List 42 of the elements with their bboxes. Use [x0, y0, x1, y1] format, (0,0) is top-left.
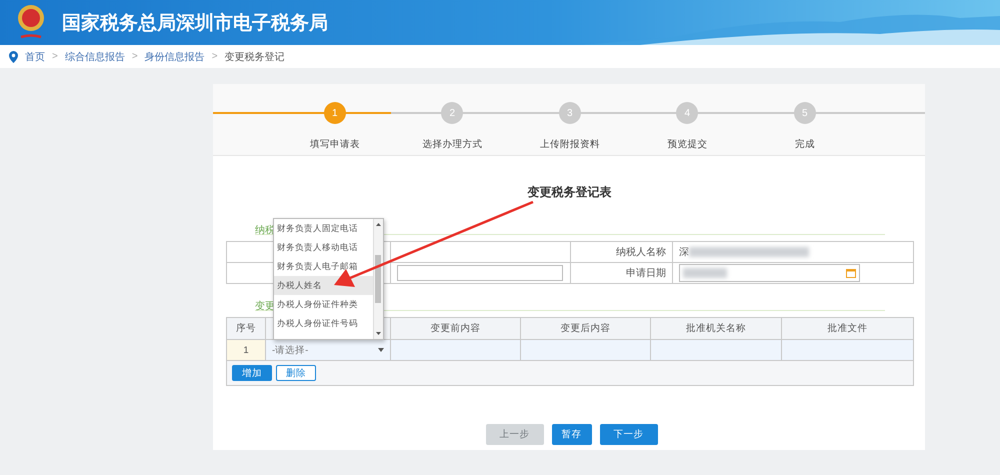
calendar-icon[interactable] [846, 268, 856, 278]
scroll-down-icon[interactable] [376, 332, 381, 335]
dropdown-option[interactable]: 办税人身份证件号码 [274, 314, 373, 333]
step-circle: 1 [324, 102, 346, 124]
breadcrumb-current: 变更税务登记 [224, 50, 285, 64]
input-field[interactable] [397, 265, 563, 281]
column-header: 变更前内容 [390, 318, 520, 340]
row-number: 1 [226, 340, 266, 360]
breadcrumb-link[interactable]: 首页 [25, 50, 45, 64]
scroll-up-icon[interactable] [376, 223, 381, 226]
field-label: 纳税人名称 [570, 242, 672, 262]
column-header: 序号 [226, 318, 266, 340]
step-label: 完成 [794, 138, 815, 151]
next-button[interactable]: 下一步 [600, 424, 658, 445]
breadcrumb-separator: > [132, 51, 138, 62]
breadcrumb-link[interactable]: 身份信息报告 [144, 50, 205, 64]
step-label: 填写申请表 [310, 138, 360, 151]
column-header: 变更后内容 [520, 318, 650, 340]
dropdown-option[interactable]: 财务负责人电子邮箱 [274, 257, 373, 276]
form-title: 变更税务登记表 [526, 184, 612, 201]
field-label: 申请日期 [570, 262, 672, 284]
dropdown-option[interactable]: 办税人身份证件种类 [274, 295, 373, 314]
delete-button[interactable]: 删除 [276, 365, 316, 381]
field-value: 深 [679, 247, 689, 258]
date-field[interactable] [679, 264, 860, 282]
breadcrumb-separator: > [212, 51, 218, 62]
step-label: 预览提交 [667, 138, 708, 151]
column-header: 批准文件 [782, 318, 914, 340]
scrollbar[interactable] [373, 219, 383, 339]
dropdown-option[interactable]: 办税人姓名 [274, 276, 373, 295]
dropdown-option[interactable]: 财务负责人固定电话 [274, 219, 373, 238]
caret-icon[interactable] [378, 348, 384, 352]
step-label: 上传附报资料 [540, 138, 600, 151]
save-button[interactable]: 暂存 [552, 424, 592, 445]
column-header: 批准机关名称 [650, 318, 782, 340]
add-button[interactable]: 增加 [232, 365, 272, 381]
breadcrumb-separator: > [52, 51, 58, 62]
dropdown-option[interactable]: 财务负责人移动电话 [274, 238, 373, 257]
step-label: 选择办理方式 [422, 138, 482, 151]
breadcrumb-link[interactable]: 综合信息报告 [64, 50, 125, 64]
site-title: 国家税务总局深圳市电子税务局 [62, 12, 328, 36]
location-pin-icon [9, 50, 18, 62]
